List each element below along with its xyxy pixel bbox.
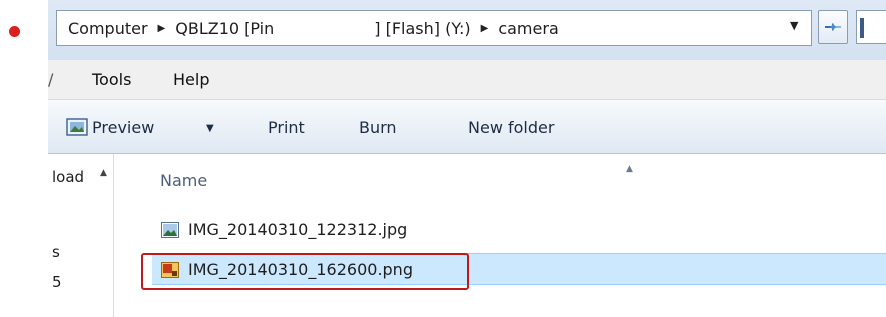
file-row[interactable]: IMG_20140310_122312.jpg	[152, 214, 886, 246]
bullet-dot	[9, 26, 20, 37]
breadcrumb-camera[interactable]: camera	[498, 19, 558, 38]
column-header-name[interactable]: Name	[160, 171, 207, 190]
nav-item-partial[interactable]: s	[52, 243, 60, 261]
file-name[interactable]: IMG_20140310_122312.jpg	[188, 220, 407, 239]
jpg-image-icon	[161, 222, 179, 238]
nav-item-downloads[interactable]: load	[52, 168, 84, 186]
preview-button[interactable]: Preview	[92, 118, 154, 137]
breadcrumb: Computer ▶ QBLZ10 [Pin ] [Flash] (Y:) ▶ …	[68, 10, 559, 46]
print-button[interactable]: Print	[268, 118, 305, 137]
breadcrumb-computer[interactable]: Computer	[68, 19, 148, 38]
sort-ascending-icon: ▲	[626, 164, 633, 174]
burn-button[interactable]: Burn	[359, 118, 397, 137]
menu-item-partial[interactable]: /	[48, 70, 53, 89]
new-folder-button[interactable]: New folder	[468, 118, 554, 137]
preview-icon	[66, 118, 88, 136]
command-toolbar	[48, 100, 886, 154]
menu-item-help[interactable]: Help	[173, 70, 209, 89]
breadcrumb-arrow-icon[interactable]: ▶	[481, 23, 489, 34]
search-box-edge[interactable]	[856, 10, 886, 44]
address-dropdown-icon[interactable]: ▼	[790, 19, 798, 32]
refresh-button[interactable]	[818, 10, 848, 44]
scroll-up-icon[interactable]: ▲	[100, 168, 107, 178]
menu-item-tools[interactable]: Tools	[92, 70, 131, 89]
breadcrumb-arrow-icon[interactable]: ▶	[158, 23, 166, 34]
preview-dropdown-icon[interactable]: ▼	[206, 123, 214, 134]
nav-item-partial[interactable]: 5	[52, 273, 62, 291]
breadcrumb-drive-part2[interactable]: ] [Flash] (Y:)	[374, 19, 470, 38]
breadcrumb-drive-part1[interactable]: QBLZ10 [Pin	[175, 19, 274, 38]
highlight-box	[141, 253, 469, 290]
refresh-icon	[825, 23, 841, 31]
